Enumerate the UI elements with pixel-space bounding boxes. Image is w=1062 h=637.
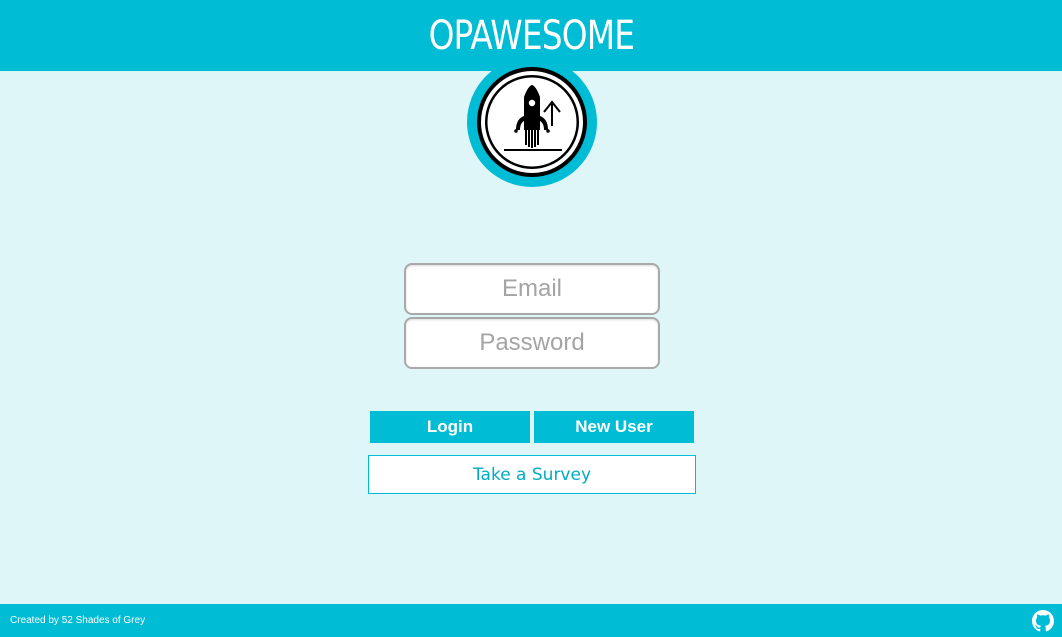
app-title: OPAWESOME xyxy=(428,12,634,59)
password-field[interactable] xyxy=(404,317,660,369)
login-form xyxy=(404,263,660,371)
footer-credit: Created by 52 Shades of Grey xyxy=(10,615,146,626)
email-field[interactable] xyxy=(404,263,660,315)
login-button[interactable]: Login xyxy=(370,411,530,443)
github-icon xyxy=(1032,609,1054,631)
rocket-launch-icon xyxy=(477,67,587,177)
logo-badge xyxy=(467,57,597,187)
footer-bar: Created by 52 Shades of Grey xyxy=(0,604,1062,637)
github-link[interactable] xyxy=(1032,609,1054,632)
new-user-button[interactable]: New User xyxy=(534,411,694,443)
auth-buttons: Login New User xyxy=(370,411,694,443)
take-survey-button[interactable]: Take a Survey xyxy=(368,455,696,494)
